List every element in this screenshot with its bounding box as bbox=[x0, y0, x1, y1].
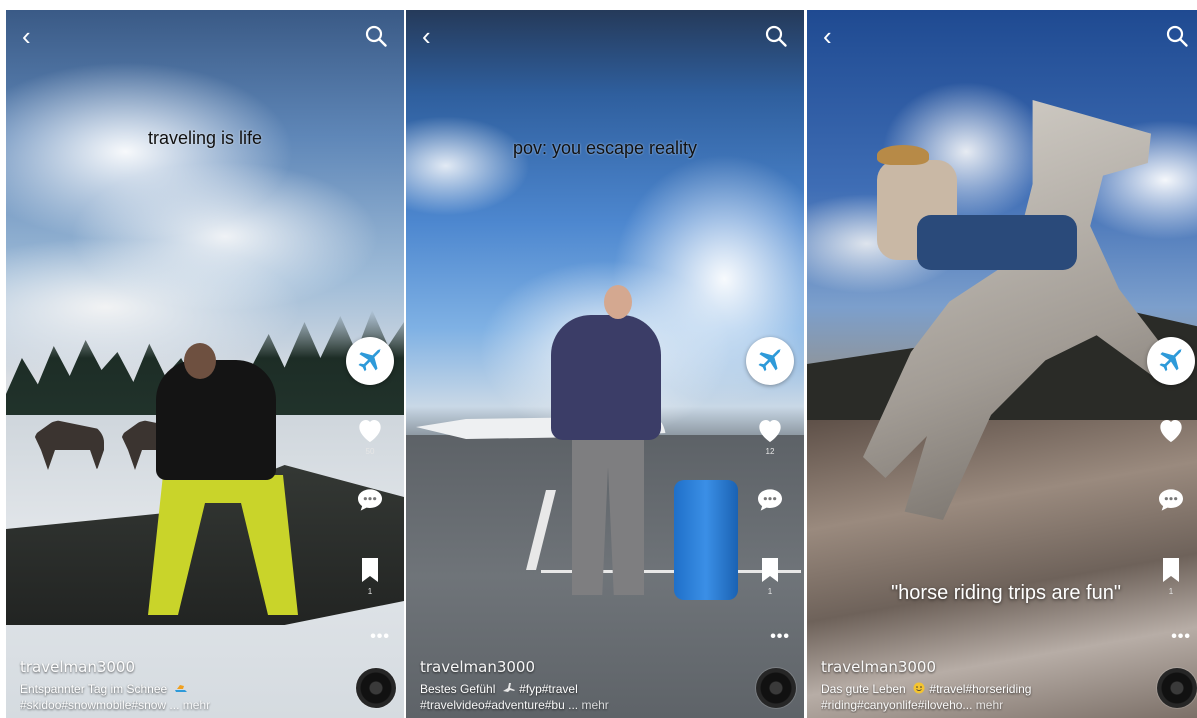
save-count: 1 bbox=[367, 587, 373, 596]
person-figure bbox=[184, 343, 216, 379]
save-count: 1 bbox=[767, 587, 773, 596]
video-overlay-text: pov: you escape reality bbox=[512, 138, 698, 158]
rider-figure bbox=[877, 145, 929, 165]
comment-count bbox=[1151, 517, 1191, 527]
username-link[interactable]: travelman3000 bbox=[420, 658, 734, 676]
airplane-emoji-icon bbox=[502, 683, 515, 692]
post-caption: travelman3000 Das gute Leben #travel#hor… bbox=[821, 658, 1135, 713]
like-count: 50 bbox=[365, 447, 375, 456]
top-nav: ‹ bbox=[420, 22, 790, 50]
caption-text: Entspannter Tag im Schnee bbox=[20, 681, 334, 698]
chevron-left-icon[interactable]: ‹ bbox=[422, 23, 442, 49]
like-button[interactable] bbox=[1151, 414, 1191, 457]
save-button[interactable]: 1 bbox=[350, 554, 390, 597]
caption-hashtags[interactable]: #travel#horseriding bbox=[929, 682, 1031, 696]
like-button[interactable]: 12 bbox=[750, 414, 790, 457]
category-button[interactable] bbox=[346, 337, 394, 385]
person-figure bbox=[156, 360, 276, 480]
chevron-left-icon[interactable]: ‹ bbox=[22, 23, 42, 49]
more-dots-icon[interactable]: ••• bbox=[770, 628, 790, 646]
person-figure bbox=[604, 285, 632, 319]
comment-button[interactable] bbox=[350, 484, 390, 527]
like-count bbox=[1151, 447, 1191, 457]
chat-bubble-icon bbox=[754, 484, 786, 516]
airplane-icon bbox=[1156, 346, 1186, 376]
heart-icon bbox=[754, 414, 786, 446]
snowmobile-emoji-icon bbox=[174, 685, 187, 692]
category-button[interactable] bbox=[1147, 337, 1195, 385]
person-figure bbox=[551, 315, 661, 440]
bookmark-icon bbox=[754, 554, 786, 586]
search-icon[interactable] bbox=[364, 24, 388, 48]
airplane-icon bbox=[755, 346, 785, 376]
more-link[interactable]: mehr bbox=[976, 698, 1003, 712]
top-nav: ‹ bbox=[20, 22, 390, 50]
more-dots-icon[interactable]: ••• bbox=[1171, 628, 1191, 646]
caption-line: Das gute Leben bbox=[821, 682, 906, 696]
more-link[interactable]: mehr bbox=[581, 698, 608, 712]
post-caption: travelman3000 Entspannter Tag im Schnee … bbox=[20, 658, 334, 713]
caption-hashtags[interactable]: #fyp#travel bbox=[519, 682, 578, 696]
hashtags[interactable]: #travelvideo#adventure#bu ... mehr bbox=[420, 698, 734, 713]
comment-count bbox=[750, 517, 790, 527]
comment-button[interactable] bbox=[1151, 484, 1191, 527]
comment-count bbox=[350, 517, 390, 527]
post-caption: travelman3000 Bestes Gefühl #fyp#travel … bbox=[420, 658, 734, 713]
bookmark-icon bbox=[354, 554, 386, 586]
chevron-left-icon[interactable]: ‹ bbox=[823, 23, 843, 49]
more-link[interactable]: mehr bbox=[183, 698, 210, 712]
music-disc-icon[interactable] bbox=[756, 668, 796, 708]
category-button[interactable] bbox=[746, 337, 794, 385]
search-icon[interactable] bbox=[764, 24, 788, 48]
heart-icon bbox=[1155, 414, 1187, 446]
caption-text: Das gute Leben #travel#horseriding bbox=[821, 681, 1135, 698]
caption-line: Bestes Gefühl bbox=[420, 682, 496, 696]
hashtag-line: #skidoo#snowmobile#snow ... bbox=[20, 698, 180, 712]
music-disc-icon[interactable] bbox=[1157, 668, 1197, 708]
save-button[interactable]: 1 bbox=[750, 554, 790, 597]
suitcase bbox=[674, 480, 738, 600]
chat-bubble-icon bbox=[1155, 484, 1187, 516]
video-post-1[interactable]: traveling is life ‹ 50 1 ••• travelman30… bbox=[6, 10, 404, 718]
caption-text: Bestes Gefühl #fyp#travel bbox=[420, 681, 734, 698]
smiley-emoji-icon bbox=[913, 682, 925, 694]
like-count: 12 bbox=[765, 447, 775, 456]
hashtags[interactable]: #riding#canyonlife#iloveho... mehr bbox=[821, 698, 1135, 713]
hashtags[interactable]: #skidoo#snowmobile#snow ... mehr bbox=[20, 698, 334, 713]
video-post-3[interactable]: "horse riding trips are fun" ‹ 1 ••• tra… bbox=[807, 10, 1197, 718]
like-button[interactable]: 50 bbox=[350, 414, 390, 457]
username-link[interactable]: travelman3000 bbox=[20, 658, 334, 676]
video-post-2[interactable]: pov: you escape reality ‹ 12 1 ••• trave… bbox=[406, 10, 804, 718]
save-button[interactable]: 1 bbox=[1151, 554, 1191, 597]
video-overlay-text: "horse riding trips are fun" bbox=[891, 582, 1121, 604]
music-disc-icon[interactable] bbox=[356, 668, 396, 708]
save-count: 1 bbox=[1168, 587, 1174, 596]
search-icon[interactable] bbox=[1165, 24, 1189, 48]
comment-button[interactable] bbox=[750, 484, 790, 527]
hashtag-line: #riding#canyonlife#iloveho... bbox=[821, 698, 973, 712]
top-nav: ‹ bbox=[821, 22, 1191, 50]
hashtag-line: #travelvideo#adventure#bu ... bbox=[420, 698, 579, 712]
chat-bubble-icon bbox=[354, 484, 386, 516]
caption-line: Entspannter Tag im Schnee bbox=[20, 682, 168, 696]
airplane-icon bbox=[355, 346, 385, 376]
username-link[interactable]: travelman3000 bbox=[821, 658, 1135, 676]
rider-figure bbox=[917, 215, 1077, 270]
bookmark-icon bbox=[1155, 554, 1187, 586]
more-dots-icon[interactable]: ••• bbox=[370, 628, 390, 646]
video-overlay-text: traveling is life bbox=[147, 128, 263, 148]
heart-icon bbox=[354, 414, 386, 446]
